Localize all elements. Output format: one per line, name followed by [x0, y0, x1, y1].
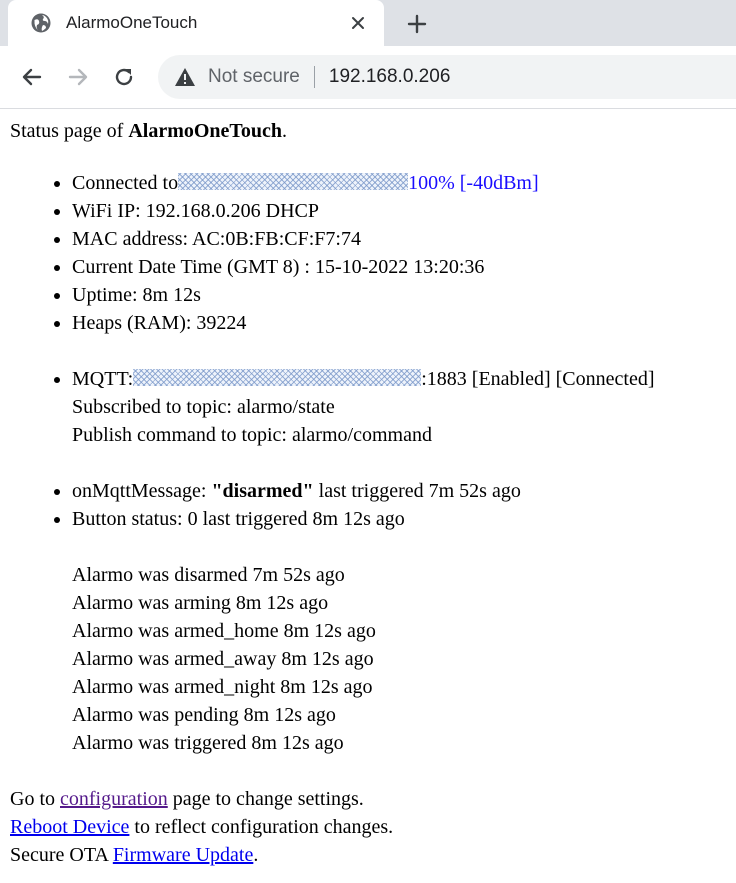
- mqtt-publish: Publish command to topic: alarmo/command: [72, 424, 432, 446]
- redacted-ssid: [178, 173, 409, 190]
- browser-toolbar: Not secure 192.168.0.206: [0, 46, 736, 109]
- goto-suffix: page to change settings.: [167, 788, 364, 810]
- reload-button[interactable]: [104, 57, 144, 97]
- list-item-datetime: Current Date Time (GMT 8) : 15-10-2022 1…: [72, 253, 726, 281]
- forward-button[interactable]: [58, 57, 98, 97]
- back-button[interactable]: [12, 57, 52, 97]
- list-item-mqtt-message: onMqttMessage: "disarmed" last triggered…: [72, 477, 726, 505]
- reboot-line: Reboot Device to reflect configuration c…: [10, 813, 726, 841]
- message-suffix: last triggered 7m 52s ago: [313, 480, 521, 502]
- mqtt-status: :1883 [Enabled] [Connected]: [421, 368, 655, 390]
- browser-tab[interactable]: AlarmoOneTouch: [8, 0, 384, 46]
- new-tab-button[interactable]: [400, 7, 434, 41]
- security-label[interactable]: Not secure: [208, 66, 300, 88]
- arrow-left-icon: [22, 68, 42, 86]
- warning-icon[interactable]: [174, 66, 196, 88]
- mqtt-label: MQTT:: [72, 368, 134, 390]
- reload-icon: [115, 68, 133, 86]
- status-page: Status page of AlarmoOneTouch. Connected…: [0, 109, 736, 869]
- message-list: onMqttMessage: "disarmed" last triggered…: [10, 477, 726, 533]
- list-item-button-status: Button status: 0 last triggered 8m 12s a…: [72, 505, 726, 533]
- tab-title: AlarmoOneTouch: [66, 13, 198, 32]
- message-value: "disarmed": [211, 480, 314, 502]
- configuration-link[interactable]: configuration: [60, 788, 168, 810]
- tab-strip: AlarmoOneTouch: [0, 0, 736, 46]
- list-item-uptime: Uptime: 8m 12s: [72, 281, 726, 309]
- list-item-mqtt: MQTT: :1883 [Enabled] [Connected] Subscrib…: [72, 365, 726, 449]
- history-line: Alarmo was pending 8m 12s ago: [72, 704, 336, 726]
- reboot-device-link[interactable]: Reboot Device: [10, 816, 129, 838]
- history-line: Alarmo was armed_away 8m 12s ago: [72, 648, 374, 670]
- redacted-mqtt-host: [133, 369, 422, 386]
- ota-prefix: Secure OTA: [10, 844, 113, 866]
- list-item-wifi-ip: WiFi IP: 192.168.0.206 DHCP: [72, 197, 726, 225]
- list-item-mac: MAC address: AC:0B:FB:CF:F7:74: [72, 225, 726, 253]
- mqtt-subscribed: Subscribed to topic: alarmo/state: [72, 396, 335, 418]
- history-line: Alarmo was disarmed 7m 52s ago: [72, 564, 345, 586]
- arrow-right-icon: [68, 68, 88, 86]
- ota-line: Secure OTA Firmware Update.: [10, 841, 726, 869]
- alarm-history: Alarmo was disarmed 7m 52s ago Alarmo wa…: [72, 561, 726, 757]
- firmware-update-link[interactable]: Firmware Update: [113, 844, 254, 866]
- plus-icon: [407, 14, 427, 34]
- mqtt-list: MQTT: :1883 [Enabled] [Connected] Subscrib…: [10, 365, 726, 449]
- close-tab-icon[interactable]: [342, 7, 374, 39]
- history-line: Alarmo was triggered 8m 12s ago: [72, 732, 344, 754]
- goto-prefix: Go to: [10, 788, 60, 810]
- page-intro: Status page of AlarmoOneTouch.: [10, 117, 726, 145]
- list-item-connected: Connected to 100% [-40dBm]: [72, 169, 726, 197]
- list-item-heaps: Heaps (RAM): 39224: [72, 309, 726, 337]
- config-line: Go to configuration page to change setti…: [10, 785, 726, 813]
- reboot-suffix: to reflect configuration changes.: [129, 816, 394, 838]
- connected-label: Connected to: [72, 172, 179, 194]
- intro-prefix: Status page of: [10, 120, 129, 142]
- device-name: AlarmoOneTouch: [128, 120, 283, 142]
- address-bar[interactable]: Not secure 192.168.0.206: [158, 55, 736, 99]
- history-line: Alarmo was armed_night 8m 12s ago: [72, 676, 373, 698]
- globe-icon: [30, 12, 52, 34]
- ota-suffix: .: [253, 844, 259, 866]
- network-status-list: Connected to 100% [-40dBm] WiFi IP: 192.1…: [10, 169, 726, 337]
- message-prefix: onMqttMessage:: [72, 480, 212, 502]
- omnibox-divider: [313, 66, 315, 88]
- signal-strength: 100% [-40dBm]: [408, 172, 539, 194]
- history-line: Alarmo was arming 8m 12s ago: [72, 592, 329, 614]
- page-footer: Go to configuration page to change setti…: [10, 785, 726, 869]
- history-line: Alarmo was armed_home 8m 12s ago: [72, 620, 376, 642]
- intro-suffix: .: [282, 120, 288, 142]
- url-text[interactable]: 192.168.0.206: [329, 66, 451, 88]
